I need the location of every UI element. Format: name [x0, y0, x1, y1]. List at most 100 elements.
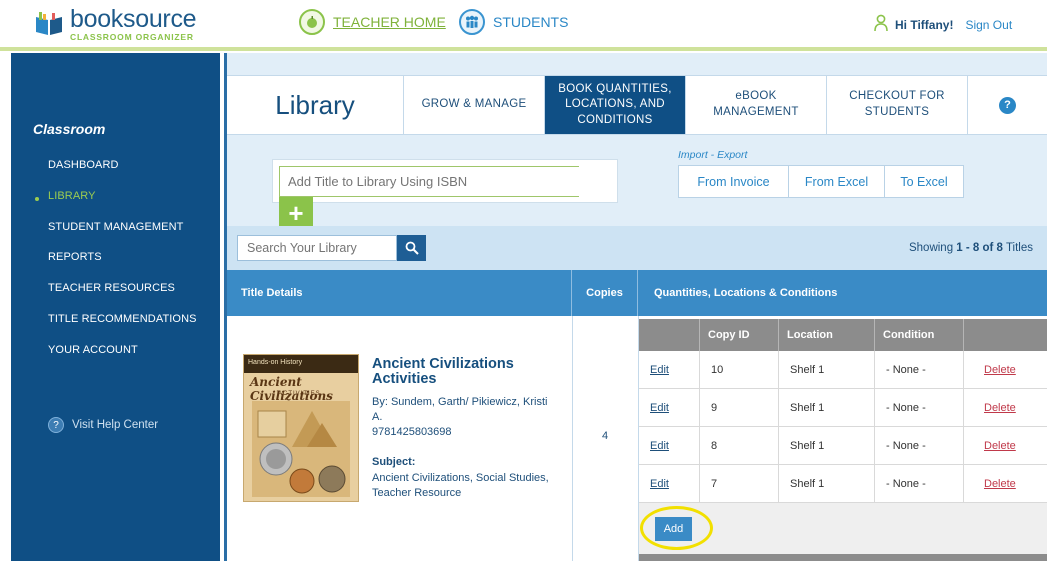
- add-copy-area: Add: [639, 503, 1047, 557]
- edit-link[interactable]: Edit: [650, 402, 669, 414]
- cover-artwork-icon: [252, 401, 350, 497]
- help-center-label: Visit Help Center: [72, 419, 159, 431]
- user-icon: [873, 14, 889, 35]
- delete-link[interactable]: Delete: [974, 478, 1016, 490]
- edit-link[interactable]: Edit: [650, 440, 669, 452]
- sign-out-link[interactable]: Sign Out: [965, 18, 1012, 32]
- nav-teacher-home[interactable]: TEACHER HOME: [299, 9, 446, 35]
- copy-id: 7: [700, 465, 779, 502]
- subject-label: Subject:: [372, 456, 416, 468]
- booksource-logo[interactable]: booksource CLASSROOM ORGANIZER: [34, 5, 197, 42]
- cover-series: Hands-on History: [244, 355, 358, 373]
- sidebar-item-teacher-resources[interactable]: TEACHER RESOURCES: [48, 282, 175, 294]
- header-divider: [0, 47, 1047, 51]
- help-icon: ?: [48, 417, 64, 433]
- sidebar-item-dashboard[interactable]: DASHBOARD: [48, 159, 119, 171]
- copy-location: Shelf 1: [779, 351, 875, 388]
- copy-condition: - None -: [875, 465, 964, 502]
- delete-link[interactable]: Delete: [974, 364, 1016, 376]
- sidebar-item-student-management[interactable]: STUDENT MANAGEMENT: [48, 221, 183, 233]
- logo-subtitle: CLASSROOM ORGANIZER: [70, 32, 194, 42]
- copy-row: Edit 10 Shelf 1 - None - Delete: [639, 351, 1047, 389]
- copy-condition: - None -: [875, 389, 964, 426]
- copies-header-copy-id: Copy ID: [700, 319, 779, 351]
- apple-icon: [299, 9, 325, 35]
- from-invoice-button[interactable]: From Invoice: [679, 166, 789, 197]
- copies-header-edit: [639, 319, 700, 351]
- copy-location: Shelf 1: [779, 427, 875, 464]
- cover-title: Ancient Civilizations: [250, 375, 333, 403]
- page-title: Library: [227, 76, 404, 134]
- edit-link[interactable]: Edit: [650, 364, 669, 376]
- table-header: Title Details Copies Quantities, Locatio…: [227, 270, 1047, 316]
- library-search-input[interactable]: [237, 235, 397, 261]
- edit-link[interactable]: Edit: [650, 478, 669, 490]
- tabbar-help[interactable]: ?: [968, 76, 1047, 134]
- copy-row: Edit 7 Shelf 1 - None - Delete: [639, 465, 1047, 503]
- header-title-details: Title Details: [227, 270, 572, 316]
- question-icon: ?: [999, 96, 1016, 114]
- copy-row: Edit 8 Shelf 1 - None - Delete: [639, 427, 1047, 465]
- isbn-add-button[interactable]: +: [279, 197, 313, 228]
- tab-ebook-management[interactable]: eBOOK MANAGEMENT: [686, 76, 827, 134]
- book-subject: Ancient Civilizations, Social Studies, T…: [372, 472, 549, 499]
- search-row: Showing 1 - 8 of 8 Titles: [227, 226, 1047, 270]
- copy-row: Edit 9 Shelf 1 - None - Delete: [639, 389, 1047, 427]
- library-tabbar: Library GROW & MANAGE BOOK QUANTITIES, L…: [227, 75, 1047, 135]
- results-suffix: Titles: [1002, 242, 1033, 254]
- user-area: Hi Tiffany! Sign Out: [873, 14, 1012, 35]
- sidebar-item-your-account[interactable]: YOUR ACCOUNT: [48, 344, 138, 356]
- book-authors: By: Sundem, Garth/ Pikiewicz, Kristi A.: [372, 396, 548, 423]
- tab-checkout-students[interactable]: CHECKOUT FOR STUDENTS: [827, 76, 968, 134]
- next-row-header: [639, 554, 1047, 561]
- isbn-input[interactable]: [279, 166, 579, 197]
- copies-table: Copy ID Location Condition Edit 10 Shelf…: [639, 319, 1047, 557]
- students-group-icon: [459, 9, 485, 35]
- nav-students[interactable]: STUDENTS: [459, 9, 568, 35]
- add-copy-button[interactable]: Add: [655, 517, 692, 541]
- nav-students-label: STUDENTS: [493, 14, 569, 30]
- copy-location: Shelf 1: [779, 389, 875, 426]
- sidebar-item-title-recommendations[interactable]: TITLE RECOMMENDATIONS: [48, 313, 197, 325]
- search-icon: [405, 241, 419, 255]
- tab-grow-manage[interactable]: GROW & MANAGE: [404, 76, 545, 134]
- copy-id: 10: [700, 351, 779, 388]
- copy-location: Shelf 1: [779, 465, 875, 502]
- sidebar: Classroom DASHBOARD LIBRARY STUDENT MANA…: [11, 53, 220, 561]
- copy-id: 9: [700, 389, 779, 426]
- user-greeting: Hi Tiffany!: [895, 17, 954, 32]
- tab-book-quantities[interactable]: BOOK QUANTITIES, LOCATIONS, AND CONDITIO…: [545, 76, 686, 134]
- header-copies: Copies: [572, 270, 638, 316]
- from-excel-button[interactable]: From Excel: [789, 166, 885, 197]
- copy-condition: - None -: [875, 351, 964, 388]
- book-logo-icon: [34, 11, 64, 37]
- sidebar-title: Classroom: [33, 121, 106, 137]
- plus-icon: +: [288, 197, 304, 228]
- book-meta: By: Sundem, Garth/ Pikiewicz, Kristi A. …: [372, 395, 557, 440]
- delete-link[interactable]: Delete: [974, 402, 1016, 414]
- book-cover-image[interactable]: Hands-on History Ancient Civilizations A…: [243, 354, 359, 502]
- to-excel-button[interactable]: To Excel: [885, 166, 963, 197]
- copies-count: 4: [601, 430, 609, 442]
- nav-teacher-home-label: TEACHER HOME: [333, 14, 446, 30]
- results-count: Showing 1 - 8 of 8 Titles: [909, 242, 1033, 254]
- copies-header-condition: Condition: [875, 319, 964, 351]
- search-button[interactable]: [397, 235, 426, 261]
- main-content: Library GROW & MANAGE BOOK QUANTITIES, L…: [224, 53, 1047, 561]
- sidebar-item-reports[interactable]: REPORTS: [48, 251, 102, 263]
- copies-table-header: Copy ID Location Condition: [639, 319, 1047, 351]
- header-quantities: Quantities, Locations & Conditions: [654, 287, 838, 299]
- copies-header-delete: [964, 319, 1047, 351]
- import-export-group: From Invoice From Excel To Excel: [678, 165, 964, 198]
- delete-link[interactable]: Delete: [974, 440, 1016, 452]
- copy-condition: - None -: [875, 427, 964, 464]
- book-title-link[interactable]: Ancient Civilizations Activities: [372, 357, 542, 386]
- book-isbn: 9781425803698: [372, 425, 452, 438]
- logo-wordmark: booksource: [70, 5, 197, 33]
- results-range: 1 - 8 of 8: [956, 242, 1003, 254]
- import-export-label: Import - Export: [678, 149, 748, 161]
- sidebar-item-library[interactable]: LIBRARY: [48, 190, 96, 202]
- help-center-link[interactable]: ? Visit Help Center: [48, 417, 158, 433]
- cover-subtitle: ACTIVITIES: [278, 391, 321, 397]
- copy-id: 8: [700, 427, 779, 464]
